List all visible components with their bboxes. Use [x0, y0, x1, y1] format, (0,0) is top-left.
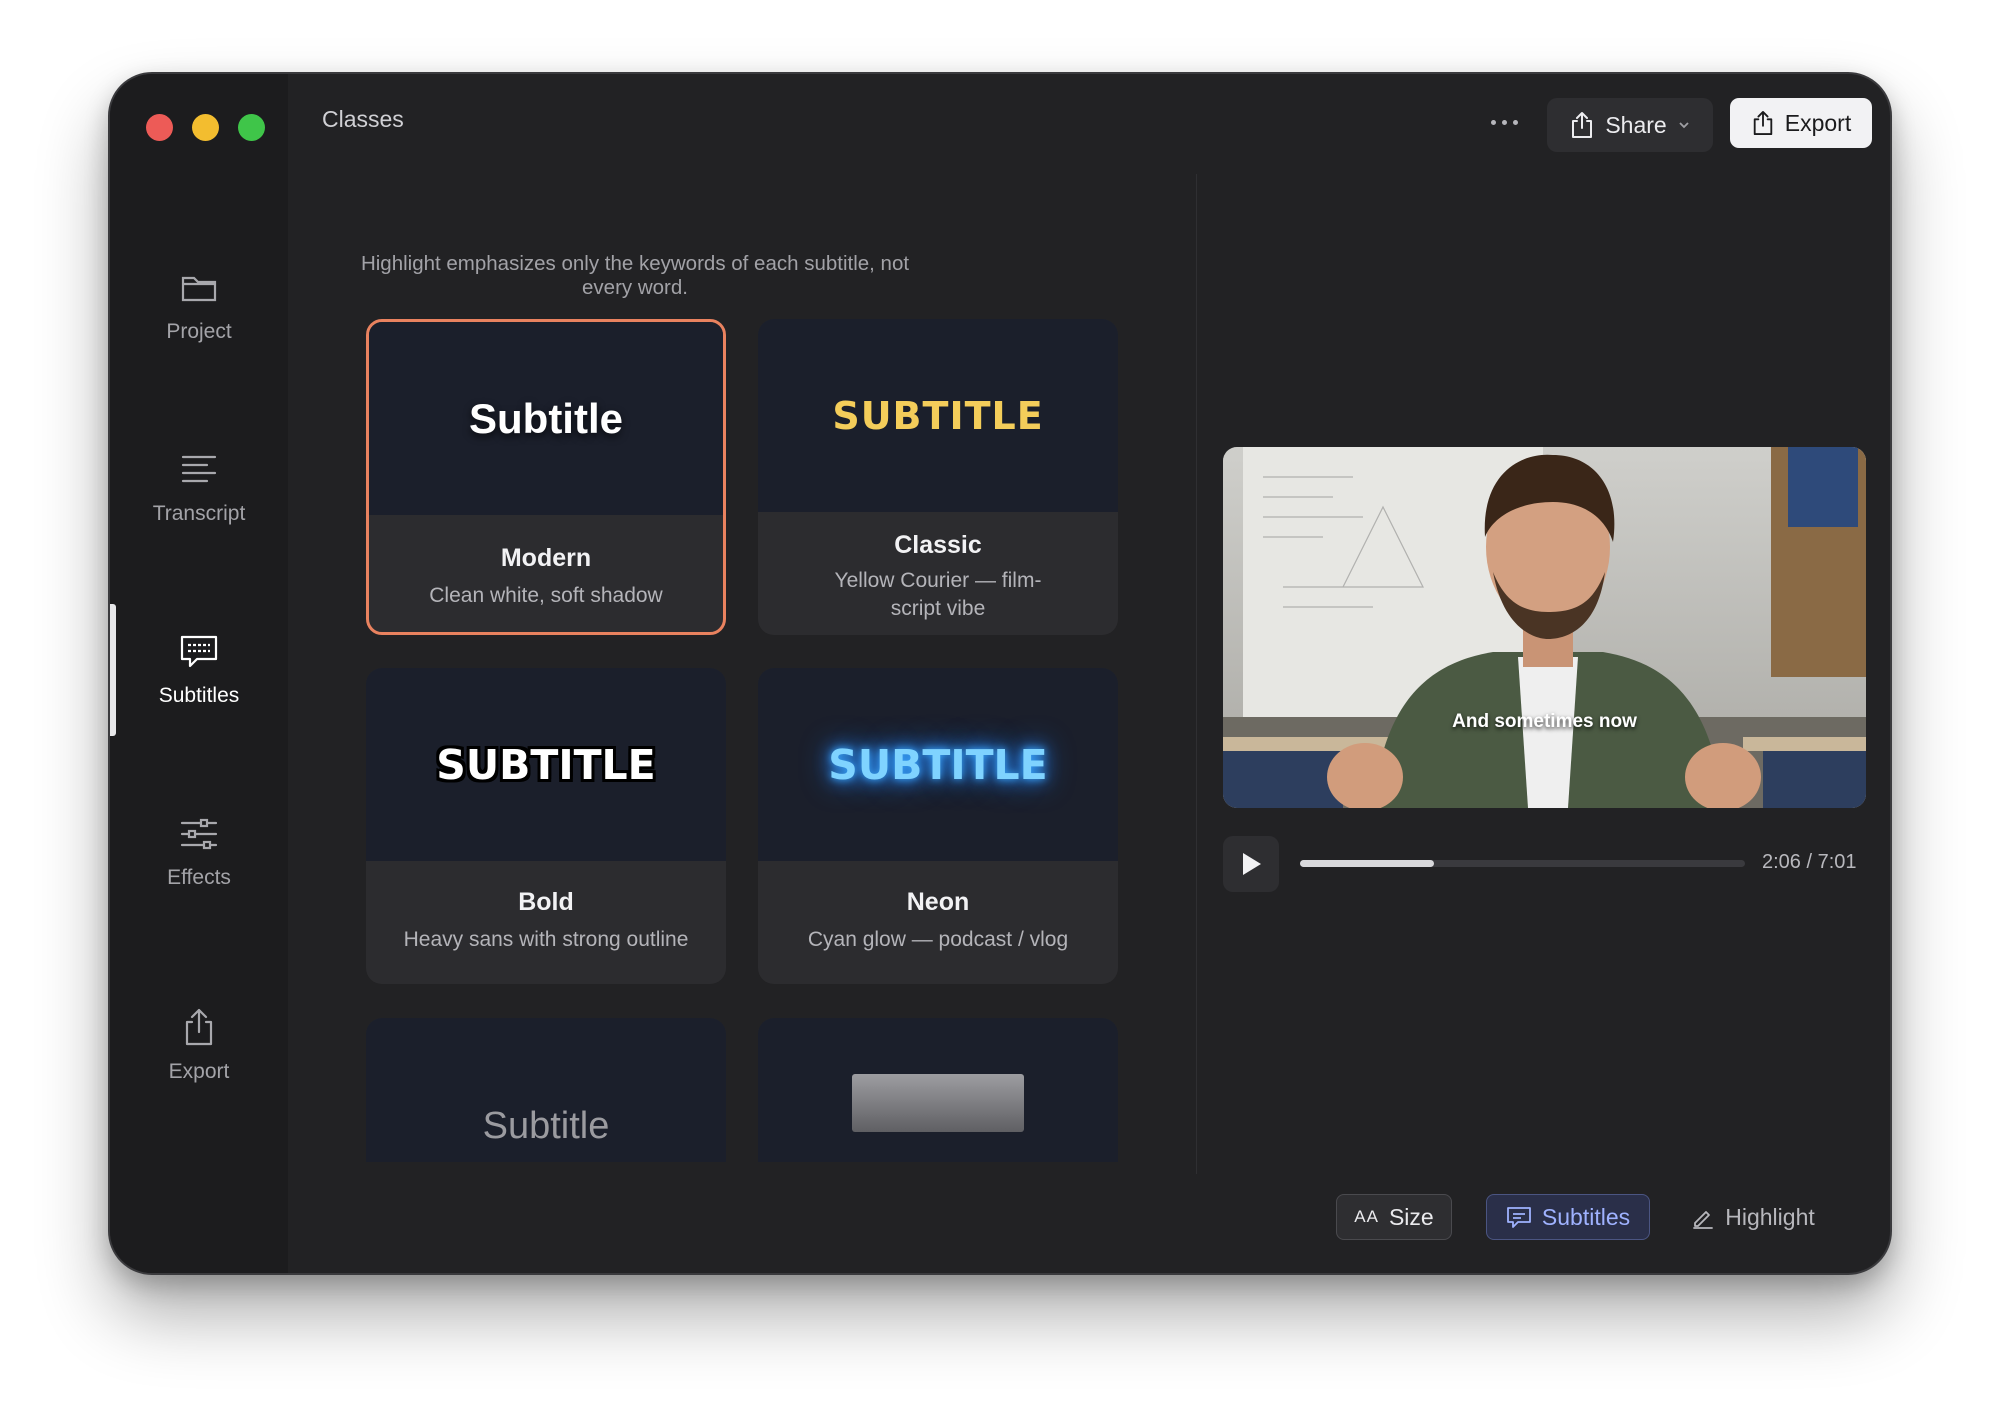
- chevron-down-icon: [1679, 122, 1689, 129]
- zoom-window-button[interactable]: [238, 114, 265, 141]
- minimize-window-button[interactable]: [192, 114, 219, 141]
- style-preview: Subtitle: [366, 1018, 726, 1162]
- preview-block: [852, 1074, 1024, 1132]
- lines-icon: [181, 455, 217, 483]
- style-description: Heavy sans with strong outline: [403, 928, 689, 951]
- style-description: Yellow Courier — film-script vibe: [834, 569, 1042, 620]
- sidebar-item-subtitles[interactable]: Subtitles: [110, 630, 288, 708]
- sliders-icon: [180, 818, 218, 850]
- highlight-label: Highlight: [1725, 1203, 1815, 1230]
- play-button[interactable]: [1223, 836, 1279, 892]
- folder-icon: [181, 276, 217, 302]
- style-card-classic[interactable]: SUBTITLE Classic Yellow Courier — film-s…: [758, 319, 1118, 635]
- style-name: Classic: [894, 531, 982, 559]
- video-preview[interactable]: And sometimes now: [1223, 447, 1866, 808]
- export-button[interactable]: Export: [1730, 98, 1872, 148]
- sidebar-item-transcript[interactable]: Transcript: [110, 448, 288, 526]
- sidebar-item-export[interactable]: Export: [110, 1006, 288, 1084]
- preview-text: SUBTITLE: [828, 740, 1048, 789]
- more-options-button[interactable]: [1480, 104, 1528, 140]
- pencil-icon: [1693, 1211, 1714, 1229]
- video-frame-image: [1223, 447, 1866, 808]
- timecode: 2:06 / 7:01: [1762, 851, 1857, 873]
- window-title: Classes: [322, 106, 404, 132]
- window-controls: [146, 114, 265, 141]
- progress-fill: [1300, 860, 1434, 867]
- share-button[interactable]: Share: [1547, 98, 1713, 152]
- app-window: Project Transcript Subtitles Effects Exp…: [108, 72, 1892, 1275]
- sidebar-item-project[interactable]: Project: [110, 266, 288, 344]
- sidebar-item-label: Transcript: [152, 502, 246, 525]
- preview-text: SUBTITLE: [832, 393, 1044, 438]
- style-card-bold[interactable]: SUBTITLE Bold Heavy sans with strong out…: [366, 668, 726, 984]
- sidebar-item-label: Project: [166, 320, 232, 343]
- style-name: Neon: [906, 888, 970, 916]
- sidebar-item-label: Export: [168, 1060, 230, 1083]
- text-size-icon: AA: [1354, 1207, 1379, 1226]
- preview-text: Subtitle: [469, 394, 623, 442]
- video-caption: And sometimes now: [1452, 711, 1637, 732]
- sidebar-item-effects[interactable]: Effects: [110, 812, 288, 890]
- export-label: Export: [1784, 109, 1852, 136]
- style-card-block[interactable]: [758, 1018, 1118, 1162]
- sidebar: Project Transcript Subtitles Effects Exp…: [110, 74, 288, 1273]
- highlight-button[interactable]: Highlight: [1678, 1194, 1828, 1240]
- style-description: Clean white, soft shadow: [429, 584, 663, 607]
- speech-bubble-icon: [1506, 1207, 1531, 1228]
- size-button[interactable]: AA Size: [1336, 1194, 1452, 1240]
- play-icon: [1243, 853, 1261, 875]
- highlight-hint: Highlight emphasizes only the keywords o…: [360, 252, 910, 299]
- playback-progress-bar[interactable]: [1300, 860, 1745, 867]
- style-preview: SUBTITLE: [758, 319, 1118, 512]
- subtitles-label: Subtitles: [1541, 1203, 1631, 1230]
- sidebar-item-label: Subtitles: [158, 684, 240, 707]
- style-card-neon[interactable]: SUBTITLE Neon Cyan glow — podcast / vlog: [758, 668, 1118, 984]
- style-name: Bold: [518, 888, 574, 916]
- preview-text: Subtitle: [482, 1105, 610, 1147]
- style-preview: [758, 1018, 1118, 1162]
- sidebar-item-label: Effects: [167, 866, 231, 889]
- style-name: Modern: [500, 544, 592, 572]
- style-preview: SUBTITLE: [366, 668, 726, 861]
- preview-text: SUBTITLE: [436, 740, 656, 789]
- subtitles-toggle-button[interactable]: Subtitles: [1486, 1194, 1650, 1240]
- style-preview: SUBTITLE: [758, 668, 1118, 861]
- export-icon: [1753, 111, 1772, 136]
- speech-bubble-icon: [180, 635, 218, 668]
- style-card-light[interactable]: Subtitle: [366, 1018, 726, 1162]
- share-label: Share: [1605, 111, 1667, 138]
- share-icon: [185, 1008, 213, 1046]
- style-preview: Subtitle: [369, 322, 723, 515]
- style-card-modern[interactable]: Subtitle Modern Clean white, soft shadow: [366, 319, 726, 635]
- close-window-button[interactable]: [146, 114, 173, 141]
- style-description: Cyan glow — podcast / vlog: [807, 928, 1069, 951]
- ellipsis-icon: [1490, 119, 1496, 125]
- pane-divider: [1196, 174, 1197, 1174]
- size-label: Size: [1388, 1203, 1434, 1230]
- share-icon: [1572, 112, 1593, 138]
